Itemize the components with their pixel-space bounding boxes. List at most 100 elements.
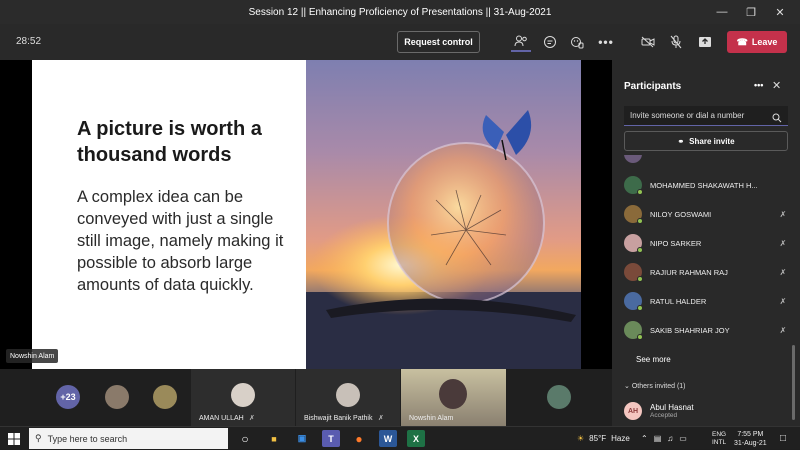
- task-view-icon[interactable]: ○: [236, 430, 254, 447]
- system-tray[interactable]: ⌃ ▤ ♫ ▭: [641, 427, 687, 450]
- panel-scrollbar[interactable]: [792, 345, 795, 420]
- mic-off-icon: ✗: [779, 296, 787, 306]
- store-icon[interactable]: ▣: [293, 430, 311, 447]
- phone-hangup-icon: ☎: [736, 36, 748, 47]
- teams-icon[interactable]: T: [322, 430, 340, 447]
- battery-icon[interactable]: ▭: [679, 434, 687, 443]
- weather-desc: Haze: [611, 434, 630, 443]
- video-tile[interactable]: Nowshin Alam: [401, 369, 506, 426]
- list-item[interactable]: MOHAMMED SHAKAWATH H...: [624, 175, 788, 195]
- taskbar: ⚲ Type here to search ○ ■ ▣ T ● W X ☀ 85…: [0, 426, 800, 449]
- file-explorer-icon[interactable]: ■: [265, 430, 283, 447]
- list-item[interactable]: SAKIB SHAHRIAR JOY ✗: [624, 320, 788, 340]
- avatar[interactable]: [153, 385, 177, 409]
- avatar: [624, 321, 643, 340]
- list-item[interactable]: NIPO SARKER ✗: [624, 233, 788, 253]
- reactions-icon[interactable]: [567, 32, 587, 52]
- clock[interactable]: 7:55 PM 31-Aug-21: [734, 427, 767, 450]
- slide-text-panel: A picture is worth a thousand words A co…: [32, 60, 306, 369]
- slide-body: A complex idea can be conveyed with just…: [77, 188, 284, 294]
- word-icon[interactable]: W: [379, 430, 397, 447]
- share-screen-icon[interactable]: [695, 32, 715, 52]
- invitee-name: Abul Hasnat: [650, 403, 694, 412]
- search-icon[interactable]: [772, 110, 782, 128]
- chat-icon[interactable]: [540, 32, 560, 52]
- presenter-name-tag: Nowshin Alam: [6, 349, 59, 363]
- title-bar: Session 12 || Enhancing Proficiency of P…: [0, 0, 800, 24]
- lang-code: ENG: [712, 430, 727, 438]
- mic-off-icon: ✗: [779, 325, 787, 335]
- slide-title: A picture is worth a thousand words: [77, 118, 262, 166]
- invite-search-input[interactable]: Invite someone or dial a number: [624, 106, 788, 126]
- weather-icon: ☀: [577, 434, 585, 443]
- mic-off-icon: ✗: [779, 209, 787, 219]
- leave-button[interactable]: ☎ Leave: [727, 31, 787, 53]
- close-window-button[interactable]: ✕: [766, 0, 794, 24]
- windows-start-icon[interactable]: [0, 427, 28, 450]
- network-icon[interactable]: ▤: [654, 434, 662, 443]
- video-gallery: +23 AMAN ULLAH ✗ Bishwajit Banik Pathik …: [0, 369, 612, 426]
- list-item[interactable]: RAJIUR RAHMAN RAJ ✗: [624, 262, 788, 282]
- mic-off-icon: ✗: [378, 415, 384, 422]
- minimize-button[interactable]: —: [708, 0, 736, 24]
- avatar[interactable]: [547, 385, 571, 409]
- avatar[interactable]: [105, 385, 129, 409]
- avatar: [624, 292, 643, 311]
- share-invite-button[interactable]: ⚭ Share invite: [624, 131, 788, 151]
- restore-button[interactable]: ❐: [737, 0, 765, 24]
- panel-more-icon[interactable]: •••: [754, 80, 763, 90]
- window-title: Session 12 || Enhancing Proficiency of P…: [248, 6, 552, 18]
- avatar: [439, 379, 467, 409]
- clock-time: 7:55 PM: [737, 430, 764, 438]
- meeting-toolbar: 28:52 Request control ••• ☎ Leave: [0, 24, 800, 60]
- panel-title: Participants: [624, 81, 682, 92]
- language-indicator[interactable]: ENG INTL: [712, 427, 726, 450]
- avatar: AH: [624, 402, 642, 420]
- video-tile[interactable]: Bishwajit Banik Pathik ✗: [296, 369, 400, 426]
- firefox-icon[interactable]: ●: [350, 430, 368, 447]
- camera-off-icon[interactable]: [638, 32, 658, 52]
- mic-off-icon: ✗: [779, 238, 787, 248]
- mic-off-icon[interactable]: [666, 32, 686, 52]
- share-icon: ⚭: [677, 136, 685, 146]
- meeting-timer: 28:52: [16, 36, 42, 47]
- more-options-icon[interactable]: •••: [596, 32, 616, 52]
- others-invited-header[interactable]: ⌄ Others invited (1): [624, 382, 686, 390]
- volume-icon[interactable]: ♫: [667, 434, 673, 443]
- close-icon[interactable]: ✕: [772, 79, 781, 92]
- avatar: [624, 176, 643, 195]
- leave-label: Leave: [751, 37, 778, 47]
- search-icon: ⚲: [35, 433, 42, 443]
- participant-name: SAKIB SHAHRIAR JOY: [650, 325, 730, 335]
- more-participants-badge[interactable]: +23: [56, 385, 80, 409]
- video-tile[interactable]: AMAN ULLAH ✗: [191, 369, 295, 426]
- participant-name: MOHAMMED SHAKAWATH H...: [650, 180, 758, 190]
- see-more-link[interactable]: See more: [636, 355, 671, 364]
- people-icon[interactable]: [511, 32, 531, 52]
- participant-name: RATUL HALDER: [650, 296, 707, 306]
- notifications-icon[interactable]: □: [780, 427, 786, 450]
- taskbar-search-placeholder: Type here to search: [47, 433, 128, 444]
- participant-name: RAJIUR RAHMAN RAJ: [650, 267, 728, 277]
- list-item[interactable]: AH Abul Hasnat Accepted: [624, 400, 788, 422]
- mic-off-icon: ✗: [249, 415, 255, 422]
- weather-widget[interactable]: ☀ 85°F Haze: [577, 427, 630, 450]
- list-item[interactable]: RATUL HALDER ✗: [624, 291, 788, 311]
- chevron-down-icon: ⌄: [624, 383, 630, 390]
- shared-content-stage: A picture is worth a thousand words A co…: [0, 60, 612, 369]
- video-tile-name: Bishwajit Banik Pathik: [304, 415, 373, 422]
- chevron-up-icon[interactable]: ⌃: [641, 434, 648, 443]
- slide-image: [306, 60, 581, 369]
- participants-panel: Participants ••• ✕ Invite someone or dia…: [612, 60, 800, 426]
- avatar: [624, 234, 643, 253]
- list-item[interactable]: [624, 155, 788, 163]
- excel-icon[interactable]: X: [407, 430, 425, 447]
- request-control-button[interactable]: Request control: [397, 31, 480, 53]
- list-item[interactable]: NILOY GOSWAMI ✗: [624, 204, 788, 224]
- invitee-status: Accepted: [650, 412, 678, 419]
- taskbar-search-input[interactable]: ⚲ Type here to search: [29, 428, 228, 449]
- avatar: [336, 383, 360, 407]
- video-tile-name: AMAN ULLAH: [199, 415, 244, 422]
- avatar: [231, 383, 255, 407]
- participant-name: NIPO SARKER: [650, 238, 702, 248]
